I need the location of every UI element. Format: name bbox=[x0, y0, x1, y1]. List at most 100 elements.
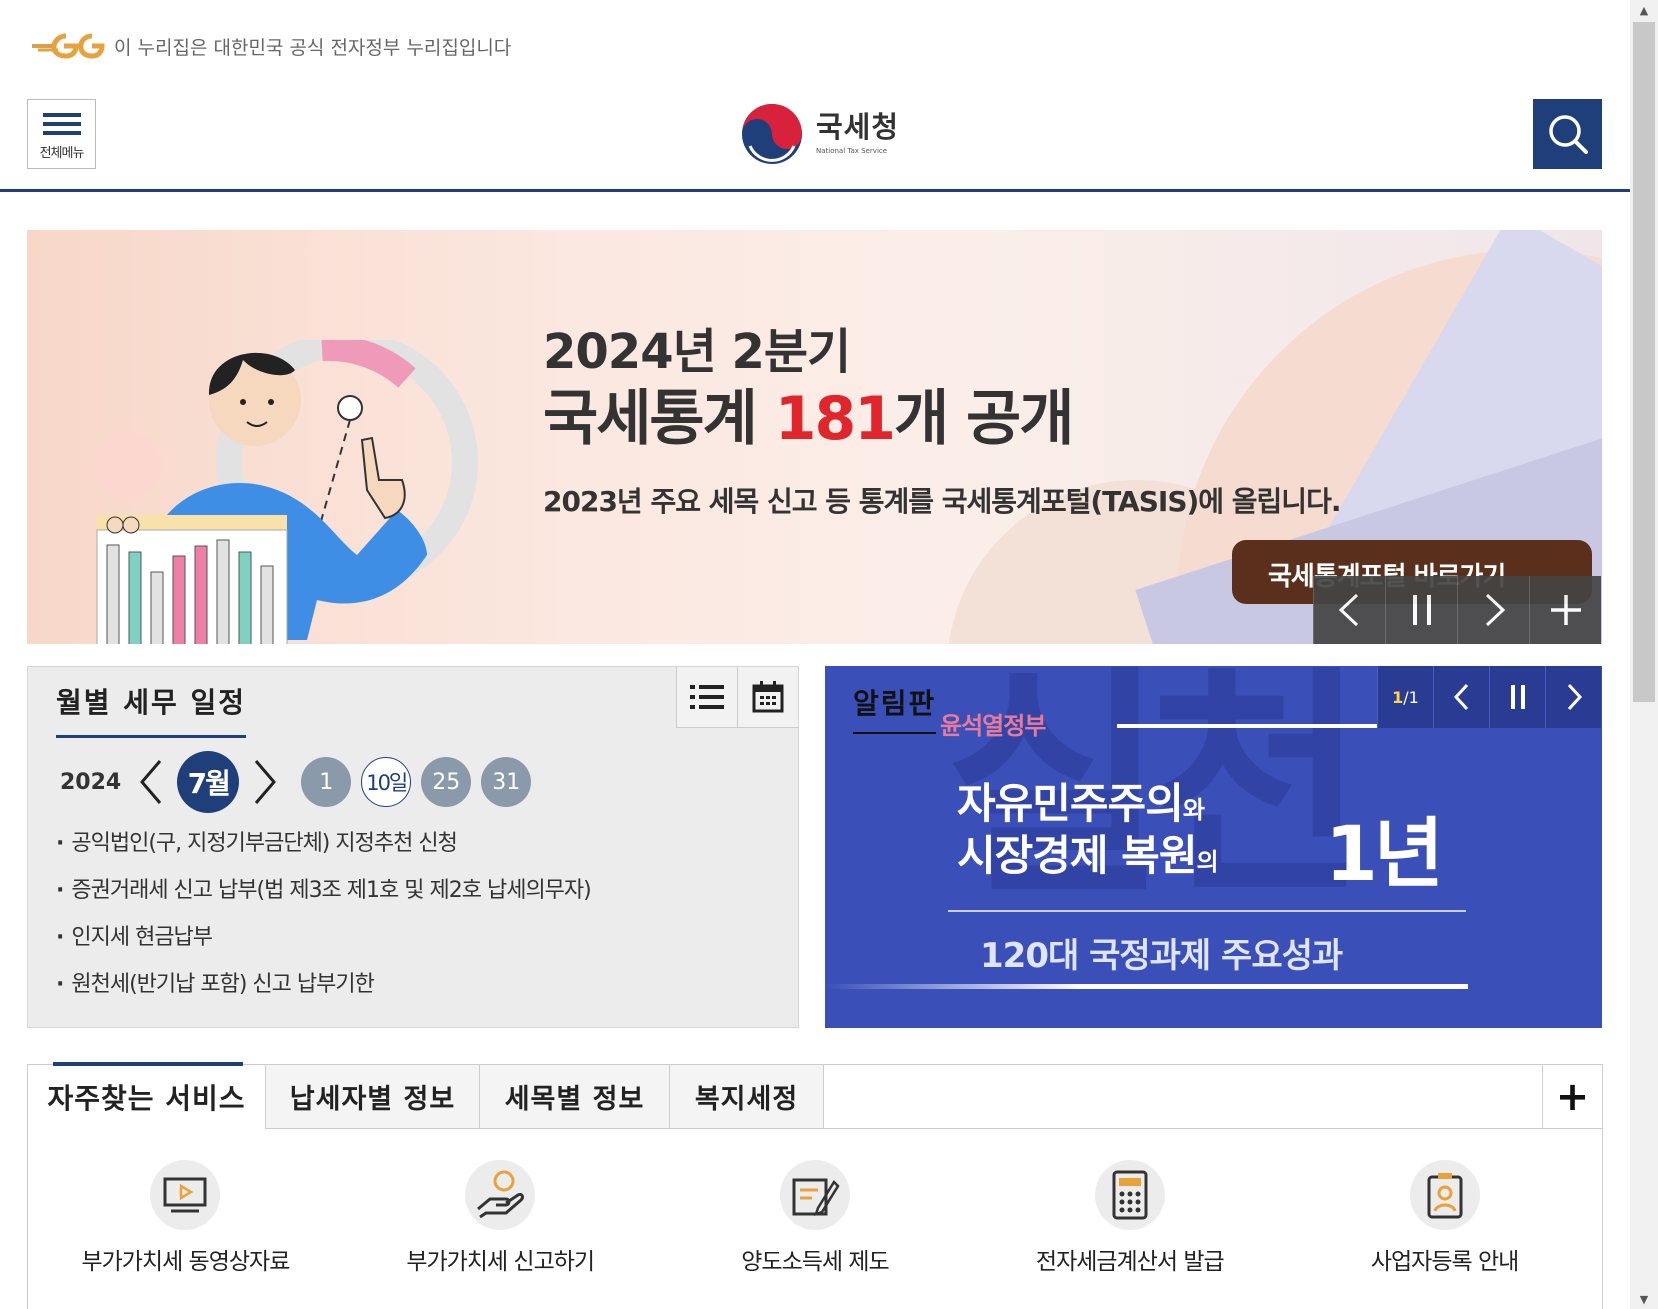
hand-coin-icon bbox=[465, 1160, 536, 1230]
calculator-icon bbox=[1094, 1160, 1165, 1230]
service-label: 부가가치세 동영상자료 bbox=[81, 1249, 290, 1275]
notice-line-1-a: 자유민주주의 bbox=[957, 779, 1184, 828]
hero-more-button[interactable] bbox=[1529, 576, 1601, 644]
notice-strap: 윤석열정부 bbox=[940, 712, 1046, 740]
notice-line-1-b: 와 bbox=[1182, 796, 1205, 824]
service-label: 양도소득세 제도 bbox=[741, 1249, 889, 1275]
gov-banner: 이 누리집은 대한민국 공식 전자정부 누리집입니다 bbox=[30, 28, 511, 64]
day-button-selected[interactable]: 10일 bbox=[361, 757, 412, 807]
hero-highlight-number: 181 bbox=[774, 384, 896, 454]
notice-line-2-b: 의 bbox=[1196, 848, 1218, 876]
service-vat-video[interactable]: 부가가치세 동영상자료 bbox=[28, 1160, 343, 1276]
page-scrollbar[interactable]: ▲ ▼ bbox=[1630, 0, 1658, 1309]
notice-line-3: 120대 국정과제 주요성과 bbox=[980, 936, 1343, 976]
pause-icon bbox=[1412, 595, 1431, 625]
prev-month-button[interactable] bbox=[133, 757, 169, 807]
notice-pause-button[interactable] bbox=[1489, 666, 1545, 728]
tab-welfare-tax[interactable]: 복지세정 bbox=[670, 1065, 824, 1129]
notice-controls: 1/1 bbox=[1377, 666, 1601, 728]
schedule-event-list: 공익법인(구, 지정기부금단체) 지정추천 신청 증권거래세 신고 납부(법 제… bbox=[56, 825, 591, 1013]
day-button[interactable]: 25 bbox=[421, 757, 472, 807]
schedule-navigation: 2024 7월 1 10일 25 31 bbox=[60, 751, 532, 813]
notice-next-button[interactable] bbox=[1545, 666, 1601, 728]
notice-title: 알림판 bbox=[853, 682, 937, 734]
nts-logo[interactable]: 국세청 National Tax Service bbox=[740, 102, 899, 166]
hero-prev-button[interactable] bbox=[1313, 576, 1385, 644]
service-business-registration[interactable]: 사업자등록 안내 bbox=[1287, 1160, 1602, 1276]
schedule-event[interactable]: 증권거래세 신고 납부(법 제3조 제1호 및 제2호 납세의무자) bbox=[56, 872, 591, 919]
services-section: 자주찾는 서비스 납세자별 정보 세목별 정보 복지세정 + 부가가치세 동영상… bbox=[27, 1062, 1603, 1309]
document-pen-icon bbox=[779, 1160, 850, 1230]
services-more-button[interactable]: + bbox=[1542, 1065, 1602, 1129]
scroll-down-arrow-icon[interactable]: ▼ bbox=[1630, 1289, 1658, 1309]
hero-headline-2-c: 개 공개 bbox=[893, 384, 1074, 454]
schedule-days: 1 10일 25 31 bbox=[301, 757, 532, 807]
hero-pause-button[interactable] bbox=[1385, 576, 1457, 644]
chevron-right-icon bbox=[255, 760, 277, 804]
notice-prev-button[interactable] bbox=[1433, 666, 1489, 728]
hero-headline-2-a: 국세통계 bbox=[543, 384, 775, 454]
hero-slider-controls bbox=[1313, 576, 1601, 644]
notice-pager: 1/1 bbox=[1377, 666, 1433, 728]
service-e-tax-invoice[interactable]: 전자세금계산서 발급 bbox=[972, 1160, 1287, 1276]
scroll-up-arrow-icon[interactable]: ▲ bbox=[1630, 0, 1658, 20]
notice-board[interactable]: 실천 알림판 윤석열정부 자유민주주의와 시장경제 복원의 1년 120대 국정… bbox=[825, 666, 1602, 1028]
day-button[interactable]: 1 bbox=[301, 757, 352, 807]
all-menu-label: 전체메뉴 bbox=[39, 145, 85, 161]
scroll-thumb[interactable] bbox=[1633, 22, 1655, 702]
tab-by-taxpayer[interactable]: 납세자별 정보 bbox=[266, 1065, 480, 1129]
logo-sub: National Tax Service bbox=[816, 147, 888, 155]
notice-line-2: 시장경제 복원의 bbox=[957, 822, 1219, 883]
taegeuk-logo-icon bbox=[742, 104, 802, 164]
notice-divider bbox=[948, 910, 1466, 912]
schedule-year: 2024 bbox=[60, 769, 122, 795]
service-vat-filing[interactable]: 부가가치세 신고하기 bbox=[343, 1160, 658, 1276]
day-button[interactable]: 31 bbox=[481, 757, 532, 807]
notice-pager-total: 1 bbox=[1408, 687, 1419, 707]
pause-icon bbox=[1510, 685, 1525, 709]
service-label: 부가가치세 신고하기 bbox=[406, 1249, 595, 1275]
hero-next-button[interactable] bbox=[1457, 576, 1529, 644]
schedule-view-toggle bbox=[676, 667, 798, 728]
plus-icon bbox=[1550, 595, 1581, 625]
logo-name: 국세청 bbox=[816, 110, 900, 144]
calendar-view-button[interactable] bbox=[737, 667, 798, 728]
search-button[interactable] bbox=[1533, 99, 1602, 169]
next-month-button[interactable] bbox=[247, 757, 283, 807]
list-icon bbox=[690, 685, 724, 709]
schedule-event[interactable]: 인지세 현금납부 bbox=[56, 919, 591, 966]
schedule-title: 월별 세무 일정 bbox=[56, 681, 247, 738]
list-view-button[interactable] bbox=[676, 667, 737, 728]
eg-logo-icon bbox=[32, 33, 105, 59]
service-capital-gains[interactable]: 양도소득세 제도 bbox=[658, 1160, 973, 1276]
search-icon bbox=[1548, 115, 1588, 154]
page: 이 누리집은 대한민국 공식 전자정부 누리집입니다 전체메뉴 국세청 Nati… bbox=[0, 0, 1658, 1309]
chevron-left-icon bbox=[140, 760, 162, 804]
calendar-icon bbox=[752, 681, 784, 713]
site-header: 전체메뉴 국세청 National Tax Service bbox=[0, 86, 1630, 192]
monthly-tax-schedule: 월별 세무 일정 2024 7월 1 10일 25 31 · 공익법인(구, 지… bbox=[27, 666, 799, 1028]
gov-banner-text: 이 누리집은 대한민국 공식 전자정부 누리집입니다 bbox=[114, 36, 512, 59]
tabbar-spacer bbox=[824, 1065, 1542, 1129]
service-list: 부가가치세 동영상자료 부가가치세 신고하기 양도소득세 제도 전자세금계산서 … bbox=[28, 1160, 1602, 1276]
hero-description: 2023년 주요 세목 신고 등 통계를 국세통계포털(TASIS)에 올립니다… bbox=[543, 485, 1341, 518]
tab-by-tax-item[interactable]: 세목별 정보 bbox=[480, 1065, 670, 1129]
chevron-left-icon bbox=[1338, 593, 1358, 627]
chevron-right-icon bbox=[1567, 683, 1582, 711]
schedule-event[interactable]: 공익법인(구, 지정기부금단체) 지정추천 신청 bbox=[56, 825, 591, 872]
services-tabbar: 자주찾는 서비스 납세자별 정보 세목별 정보 복지세정 + bbox=[28, 1062, 1602, 1129]
notice-big-text: 1년 bbox=[1325, 809, 1444, 898]
hamburger-icon bbox=[42, 108, 81, 140]
notice-pager-current: 1 bbox=[1392, 687, 1404, 707]
tab-frequent-services[interactable]: 자주찾는 서비스 bbox=[28, 1062, 266, 1129]
all-menu-button[interactable]: 전체메뉴 bbox=[27, 99, 96, 169]
notice-bottom-line bbox=[825, 984, 1468, 989]
service-label: 전자세금계산서 발급 bbox=[1035, 1249, 1225, 1275]
service-label: 사업자등록 안내 bbox=[1370, 1249, 1519, 1275]
person-chart-illustration bbox=[93, 340, 478, 644]
video-icon bbox=[150, 1160, 221, 1230]
notice-line-2-a: 시장경제 복원 bbox=[957, 831, 1197, 880]
schedule-event[interactable]: 원천세(반기납 포함) 신고 납부기한 bbox=[56, 966, 591, 1013]
id-badge-icon bbox=[1409, 1160, 1480, 1230]
hero-headline-2: 국세통계 181개 공개 bbox=[543, 370, 1074, 457]
